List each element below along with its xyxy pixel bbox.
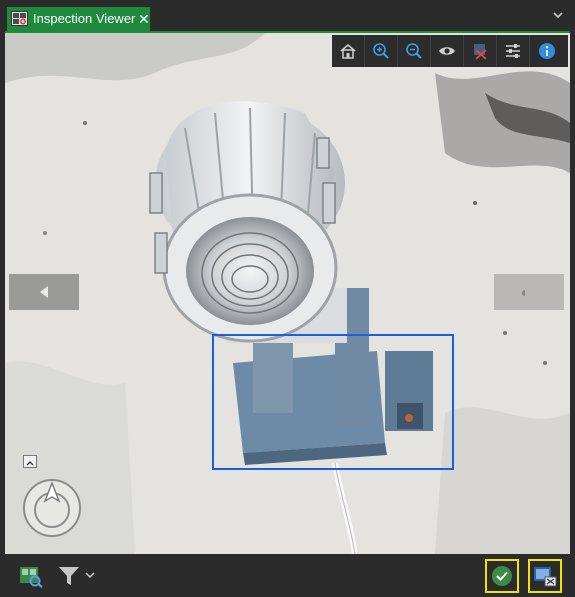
tab-inspection-viewer[interactable]: Inspection Viewer ✕ xyxy=(7,7,150,31)
visibility-button[interactable] xyxy=(431,35,464,67)
export-icon xyxy=(534,567,557,587)
sliders-icon xyxy=(506,44,520,58)
zoom-in-icon xyxy=(373,43,389,59)
info-icon xyxy=(538,43,555,59)
tab-bar: Inspection Viewer ✕ xyxy=(0,0,575,31)
zoom-in-button[interactable] xyxy=(365,35,398,67)
checkmark-icon xyxy=(492,566,512,586)
full-extent-button[interactable] xyxy=(332,35,365,67)
home-icon xyxy=(340,44,356,59)
zoom-to-layer-icon[interactable] xyxy=(19,564,43,588)
inspection-viewer-icon xyxy=(11,11,28,26)
viewer-toolbar xyxy=(332,35,568,67)
inspection-selection-box[interactable] xyxy=(212,334,454,470)
information-button[interactable] xyxy=(530,35,563,67)
export-button[interactable] xyxy=(528,559,562,593)
zoom-out-button[interactable] xyxy=(398,35,431,67)
chevron-down-icon[interactable] xyxy=(552,10,564,20)
arrow-left-icon xyxy=(40,286,48,298)
previous-image-button[interactable] xyxy=(9,274,79,310)
inspection-photo xyxy=(5,33,570,554)
approve-button[interactable] xyxy=(485,559,519,593)
next-image-button[interactable] xyxy=(494,274,564,310)
close-icon[interactable]: ✕ xyxy=(138,11,150,27)
clear-selection-button[interactable] xyxy=(464,35,497,67)
eye-icon xyxy=(439,47,455,55)
chevron-down-icon[interactable] xyxy=(85,571,95,579)
clear-selection-icon xyxy=(474,44,487,60)
filter-icon[interactable] xyxy=(58,564,80,588)
chevron-up-icon xyxy=(26,461,34,466)
adjustments-button[interactable] xyxy=(497,35,530,67)
north-arrow-icon[interactable] xyxy=(21,477,83,539)
zoom-out-icon xyxy=(406,43,422,59)
tab-title: Inspection Viewer xyxy=(33,11,136,26)
image-viewer[interactable] xyxy=(5,33,570,554)
bottom-toolbar xyxy=(0,554,575,597)
compass-collapse-button[interactable] xyxy=(23,455,37,468)
arrow-right-icon xyxy=(525,286,533,298)
